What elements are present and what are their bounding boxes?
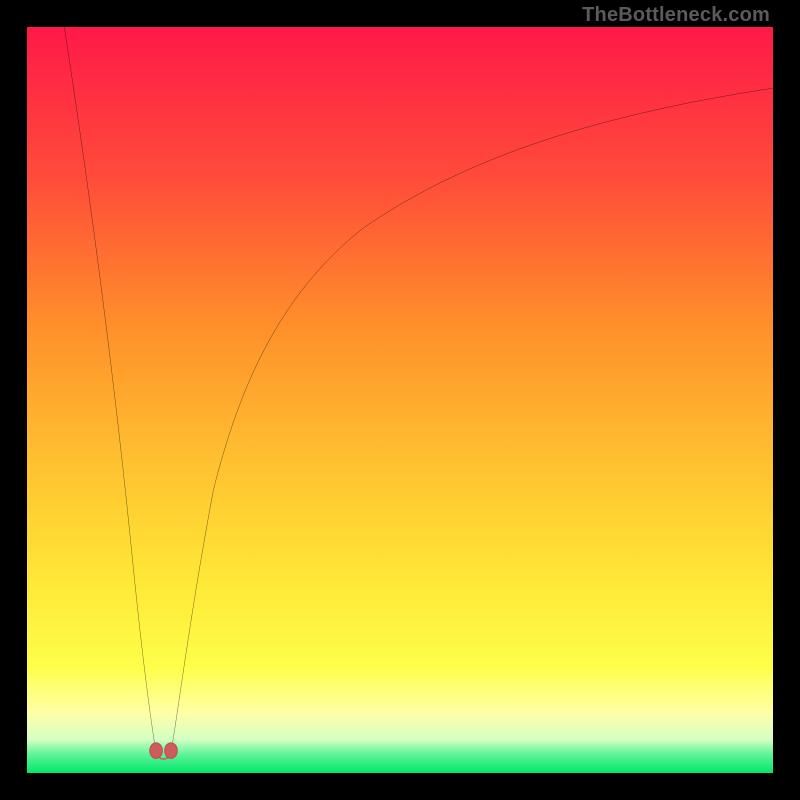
watermark-text: TheBottleneck.com [582,4,770,27]
curve-right-branch [171,88,773,753]
chart-stage: TheBottleneck.com [0,0,800,800]
curve-left-branch [64,27,156,753]
plot-area [27,27,773,773]
marker-right [165,743,178,759]
bottleneck-curve [27,27,773,773]
marker-left [150,743,163,759]
optimal-markers [150,743,178,759]
